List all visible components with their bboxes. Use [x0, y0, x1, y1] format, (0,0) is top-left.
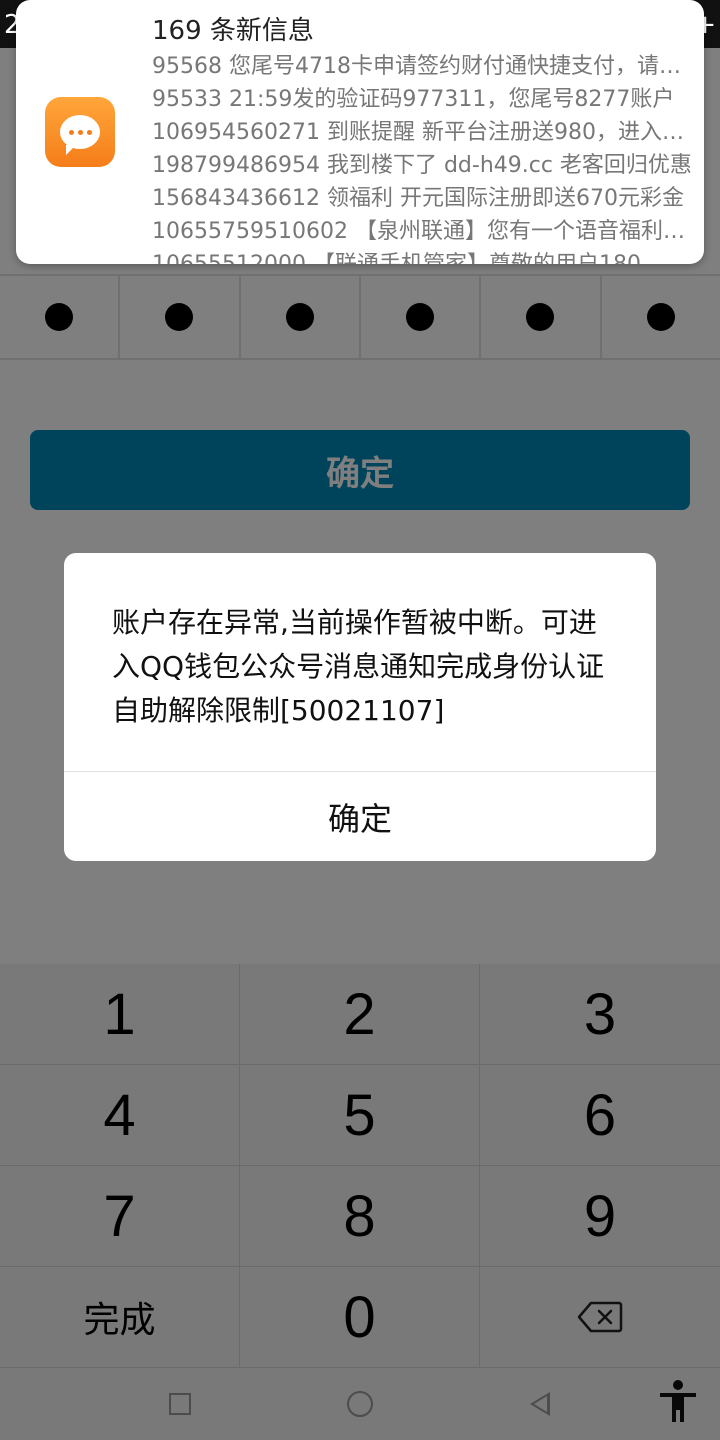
notification-line: 95533 21:59发的验证码977311，您尾号8277账户: [152, 87, 675, 112]
notification-line: 95568 您尾号4718卡申请签约财付通快捷支付，请确认: [152, 54, 692, 79]
dialog-message: 账户存在异常,当前操作暂被中断。可进入QQ钱包公众号消息通知完成身份认证自助解除…: [112, 606, 605, 727]
dialog-ok-button[interactable]: 确定: [64, 772, 656, 861]
alert-dialog: 账户存在异常,当前操作暂被中断。可进入QQ钱包公众号消息通知完成身份认证自助解除…: [64, 553, 656, 861]
notification-title: 169 条新信息: [152, 16, 314, 46]
messages-app-icon: [45, 97, 115, 167]
notification-line: 10655512000 【联通手机管家】尊敬的用户180: [152, 248, 692, 264]
message-notification[interactable]: 169 条新信息 95568 您尾号4718卡申请签约财付通快捷支付，请确认 9…: [16, 0, 704, 264]
notification-line: 156843436612 领福利 开元国际注册即送670元彩金: [152, 186, 684, 211]
notification-line: 106954560271 到账提醒 新平台注册送980，进入查看: [152, 120, 692, 145]
chat-bubble-icon: [60, 115, 100, 155]
notification-line: 10655759510602 【泉州联通】您有一个语音福利待领取: [152, 219, 692, 244]
notification-line: 198799486954 我到楼下了 dd-h49.cc 老客回归优惠: [152, 153, 692, 178]
notification-message-list: 95568 您尾号4718卡申请签约财付通快捷支付，请确认 95533 21:5…: [152, 50, 692, 264]
